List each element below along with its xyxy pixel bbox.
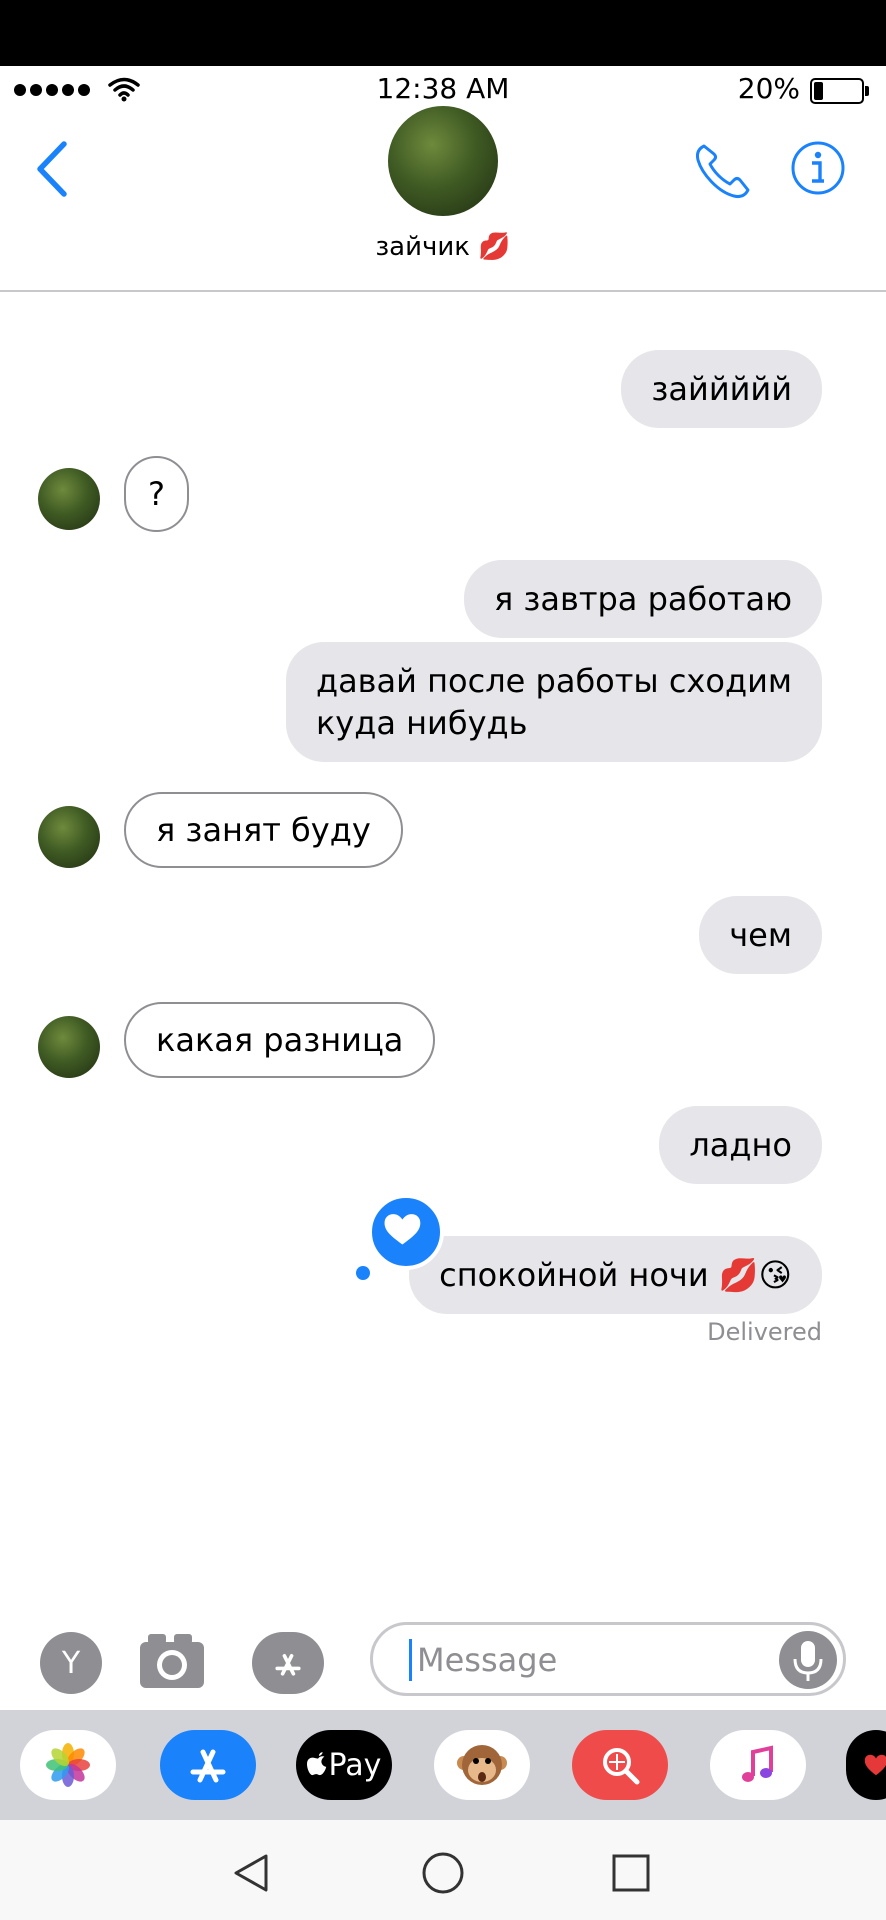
apple-logo-icon <box>306 1752 326 1776</box>
composer-bar: Y Message <box>0 1618 886 1708</box>
message-input[interactable]: Message <box>370 1622 846 1696</box>
apple-pay-app-button[interactable]: Pay <box>296 1730 392 1800</box>
microphone-button[interactable] <box>779 1631 837 1689</box>
animoji-icon <box>457 1745 507 1785</box>
animoji-app-button[interactable] <box>434 1730 530 1800</box>
message-outgoing[interactable]: заййййй <box>621 350 822 428</box>
text-caret <box>409 1639 412 1681</box>
phone-icon[interactable] <box>690 140 754 204</box>
conversation-header: зайчик 💋 <box>0 106 886 292</box>
heart-tapback-icon[interactable] <box>368 1194 444 1270</box>
info-icon[interactable] <box>790 140 846 196</box>
message-outgoing[interactable]: чем <box>699 896 822 974</box>
search-images-app-button[interactable] <box>572 1730 668 1800</box>
message-incoming[interactable]: какая разница <box>124 1002 436 1078</box>
apple-pay-label: Pay <box>328 1747 382 1783</box>
app-store-button[interactable] <box>252 1632 324 1694</box>
nav-back-icon[interactable] <box>228 1850 274 1896</box>
message-outgoing[interactable]: спокойной ночи 💋😘 <box>409 1236 822 1314</box>
music-app-button[interactable] <box>710 1730 806 1800</box>
nav-home-icon[interactable] <box>420 1850 466 1896</box>
app-store-app-button[interactable] <box>160 1730 256 1800</box>
back-chevron-icon[interactable] <box>28 134 78 204</box>
message-line: куда нибудь <box>315 704 528 742</box>
system-navigation-bar <box>0 1820 886 1920</box>
camera-icon[interactable] <box>138 1630 206 1690</box>
tapback-tail <box>356 1266 370 1280</box>
heart-app-button[interactable] <box>846 1730 886 1800</box>
photos-icon <box>46 1743 90 1787</box>
message-placeholder: Message <box>417 1641 558 1679</box>
message-outgoing[interactable]: я завтра работаю <box>463 560 822 638</box>
photos-app-button[interactable] <box>20 1730 116 1800</box>
app-store-icon <box>190 1749 226 1783</box>
battery-percentage: 20% <box>737 72 800 105</box>
microphone-icon <box>793 1641 823 1681</box>
sender-avatar <box>38 1016 100 1078</box>
heart-app-icon <box>864 1754 886 1776</box>
contact-avatar[interactable] <box>388 106 498 216</box>
contact-name[interactable]: зайчик 💋 <box>0 232 886 262</box>
top-bar-black <box>0 0 886 66</box>
sender-avatar <box>38 806 100 868</box>
message-incoming[interactable]: ? <box>124 456 189 532</box>
sender-avatar <box>38 468 100 530</box>
app-store-icon <box>275 1654 301 1676</box>
message-incoming[interactable]: я занят буду <box>124 792 403 868</box>
message-outgoing[interactable]: давай после работы сходим куда нибудь <box>285 642 822 762</box>
message-line: давай после работы сходим <box>315 662 792 700</box>
music-icon <box>742 1745 773 1782</box>
nav-recents-icon[interactable] <box>608 1850 654 1896</box>
battery-icon <box>810 78 869 104</box>
message-outgoing[interactable]: ладно <box>659 1106 822 1184</box>
delivery-status: Delivered <box>707 1318 822 1346</box>
profile-initial-button[interactable]: Y <box>40 1632 102 1694</box>
status-bar: 12:38 AM 20% <box>0 66 886 110</box>
app-drawer: Pay <box>0 1710 886 1820</box>
search-images-icon <box>603 1748 640 1785</box>
